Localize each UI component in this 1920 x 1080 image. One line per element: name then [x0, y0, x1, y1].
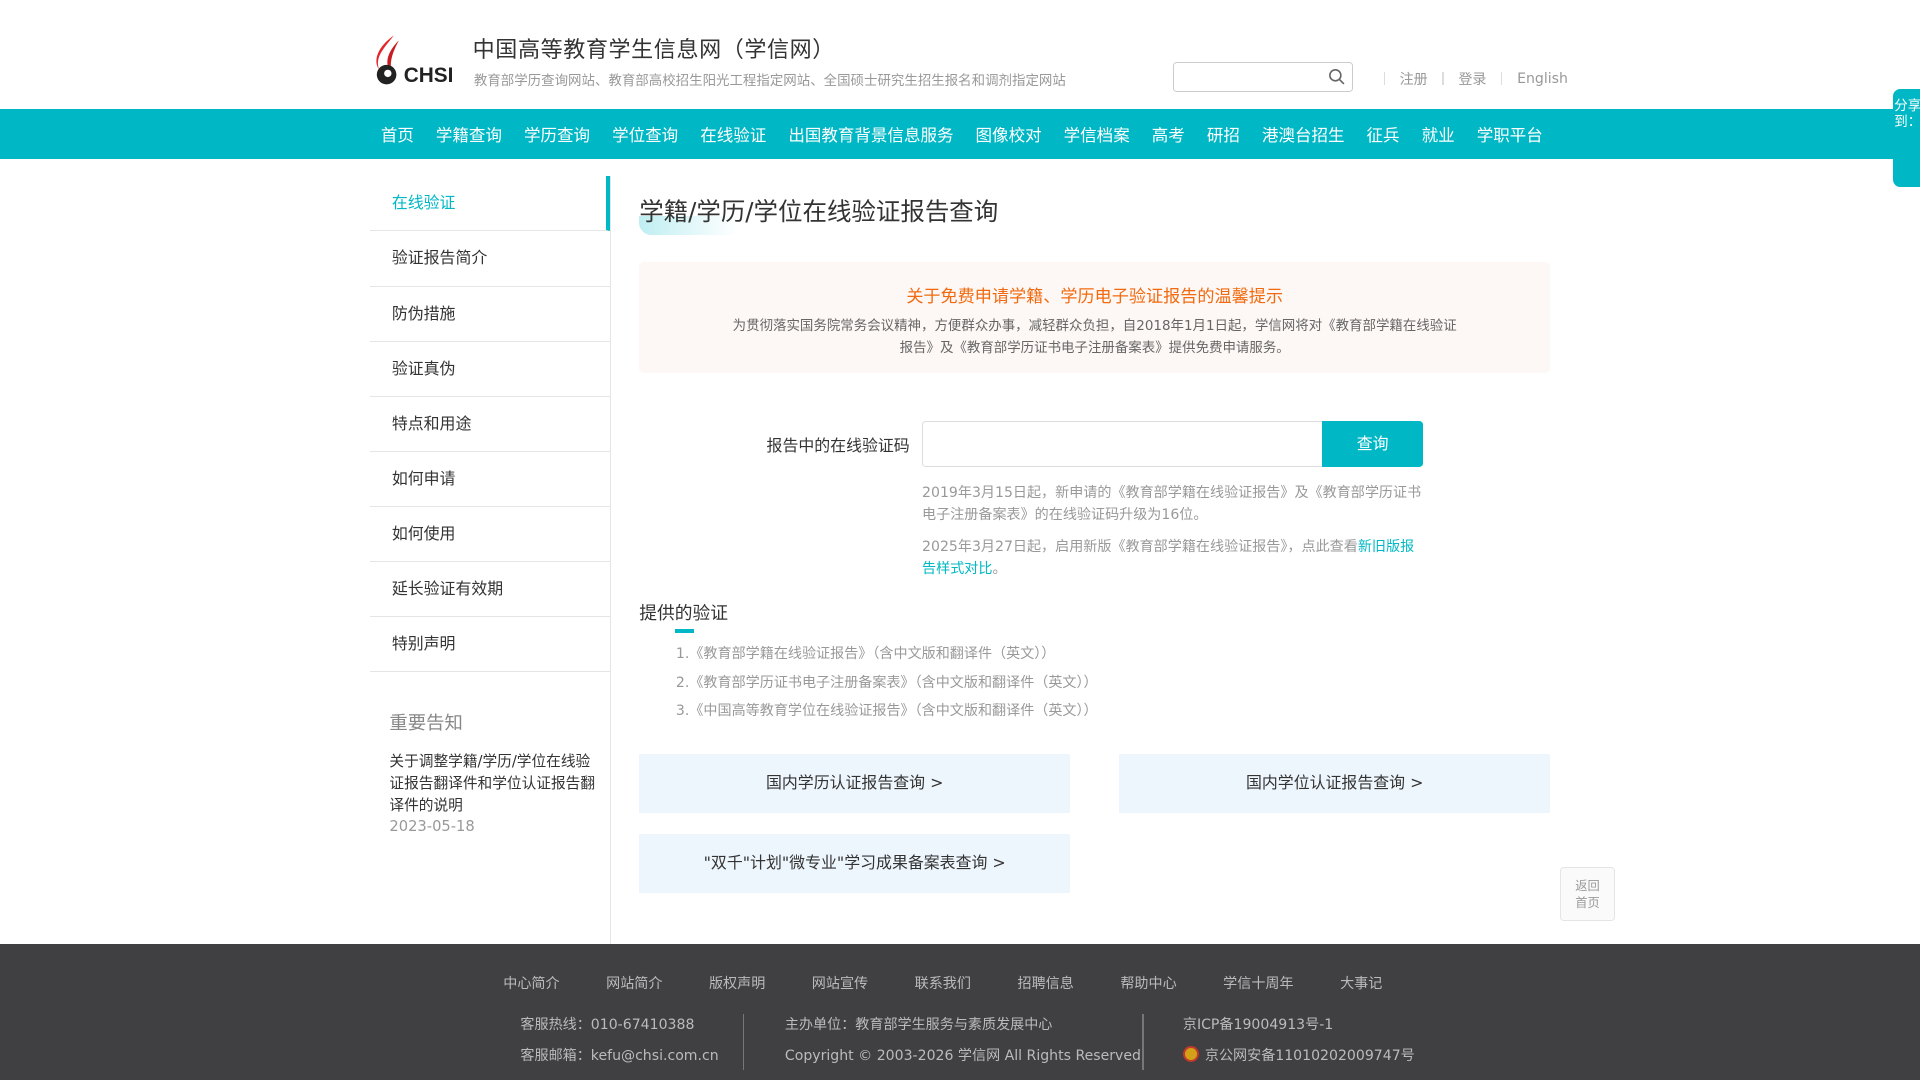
tip-heading: 关于免费申请学籍、学历电子验证报告的温馨提示 — [906, 286, 1284, 307]
heading-underline — [674, 629, 695, 634]
footer-link[interactable]: 网站简介 — [606, 973, 662, 993]
sidebar-item-apply[interactable]: 如何申请 — [369, 451, 611, 507]
sidebar-item-online-verify[interactable]: 在线验证 — [369, 176, 611, 232]
provided-list: 1.《教育部学籍在线验证报告》（含中文版和翻译件（英文）） 2.《教育部学历证书… — [676, 640, 1098, 724]
footer-link[interactable]: 帮助中心 — [1120, 973, 1176, 993]
nav-yanzhao[interactable]: 研招 — [1196, 122, 1251, 146]
icp-link[interactable]: 京ICP备19004913号-1 — [1183, 1010, 1415, 1041]
footer-link[interactable]: 学信十周年 — [1223, 973, 1293, 993]
list-item: 1.《教育部学籍在线验证报告》（含中文版和翻译件（英文）） — [675, 646, 1056, 663]
top-links: 注册 登录 English — [1369, 69, 1568, 89]
nav-zhengbing[interactable]: 征兵 — [1356, 122, 1411, 146]
micro-major-query-card[interactable]: "双千"计划"微专业"学习成果备案表查询 > — [639, 833, 1071, 893]
code-label: 报告中的在线验证码 — [766, 436, 910, 456]
xuewei-cert-query-card[interactable]: 国内学位认证报告查询 > — [1119, 754, 1551, 814]
sidebar-item-extend[interactable]: 延长验证有效期 — [369, 561, 611, 618]
search-icon[interactable] — [1328, 68, 1345, 85]
page-title: 学籍/学历/学位在线验证报告查询 — [639, 197, 999, 227]
nav-xuezhi[interactable]: 学职平台 — [1466, 122, 1554, 146]
nav-jobs[interactable]: 就业 — [1411, 122, 1466, 146]
notice-date: 2023-05-18 — [389, 817, 475, 835]
back-label: 返回 — [1575, 878, 1600, 893]
copyright: Copyright © 2003-2026 学信网 All Rights Res… — [784, 1047, 1141, 1064]
home-label: 首页 — [1575, 895, 1600, 910]
site-title: 中国高等教育学生信息网（学信网） — [472, 37, 835, 63]
verification-code-input[interactable] — [922, 421, 1324, 467]
hint-new-version: 2025年3月27日起，启用新版《教育部学籍在线验证报告》，点此查看新旧版报告样… — [922, 536, 1424, 580]
nav-home[interactable]: 首页 — [370, 122, 425, 146]
nav-image-check[interactable]: 图像校对 — [965, 122, 1053, 146]
nav-xueli[interactable]: 学历查询 — [513, 122, 601, 146]
footer-link[interactable]: 中心简介 — [503, 973, 559, 993]
nav-online-verify[interactable]: 在线验证 — [689, 122, 777, 146]
site-subtitle: 教育部学历查询网站、教育部高校招生阳光工程指定网站、全国硕士研究生招生报名和调剂… — [473, 73, 1066, 89]
notice-link[interactable]: 关于调整学籍/学历/学位在线验证报告翻译件和学位认证报告翻译件的说明 — [389, 751, 597, 817]
footer-link[interactable]: 联系我们 — [915, 973, 971, 993]
back-home-button[interactable]: 返回 首页 — [1560, 866, 1616, 921]
sidebar-item-intro[interactable]: 验证报告简介 — [369, 231, 611, 287]
footer-link[interactable]: 网站宣传 — [812, 973, 868, 993]
footer-link[interactable]: 大事记 — [1340, 973, 1382, 993]
notice-heading: 重要告知 — [389, 712, 463, 734]
sidebar-item-verify-true[interactable]: 验证真伪 — [369, 341, 611, 397]
main-nav: 首页 学籍查询 学历查询 学位查询 在线验证 出国教育背景信息服务 图像校对 学… — [0, 108, 1920, 160]
nav-abroad[interactable]: 出国教育背景信息服务 — [777, 122, 964, 146]
hint-end: 。 — [992, 561, 1007, 578]
provided-heading: 提供的验证 — [639, 603, 728, 624]
nav-xueji[interactable]: 学籍查询 — [425, 122, 513, 146]
query-button[interactable]: 查询 — [1322, 421, 1423, 467]
police-record[interactable]: 京公网安备11010202009747号 — [1182, 1041, 1415, 1072]
footer: 中心简介 网站简介 版权声明 网站宣传 联系我们 招聘信息 帮助中心 学信十周年… — [0, 944, 1920, 1080]
login-link[interactable]: 登录 — [1458, 69, 1486, 89]
sidebar-item-anti-fake[interactable]: 防伪措施 — [369, 286, 611, 342]
share-tab[interactable]: 分享到： — [1893, 89, 1920, 188]
footer-link[interactable]: 版权声明 — [709, 973, 765, 993]
police-text: 京公网安备11010202009747号 — [1204, 1047, 1415, 1064]
sidebar-item-features[interactable]: 特点和用途 — [369, 396, 611, 452]
sidebar-item-statement[interactable]: 特别声明 — [369, 617, 611, 673]
chsi-logo[interactable]: CHSI — [367, 33, 460, 87]
list-item: 3.《中国高等教育学位在线验证报告》（含中文版和翻译件（英文）） — [675, 702, 1098, 719]
nav-xuewei[interactable]: 学位查询 — [601, 122, 689, 146]
tip-box: 关于免费申请学籍、学历电子验证报告的温馨提示 为贯彻落实国务院常务会议精神，方便… — [639, 262, 1551, 374]
police-badge-icon — [1182, 1046, 1199, 1063]
svg-text:CHSI: CHSI — [404, 64, 454, 87]
email: 客服邮箱：kefu@chsi.com.cn — [520, 1047, 719, 1064]
host: 主办单位：教育部学生服务与素质发展中心 — [784, 1017, 1053, 1034]
list-item: 2.《教育部学历证书电子注册备案表》（含中文版和翻译件（英文）） — [675, 674, 1098, 691]
nav-gaokao[interactable]: 高考 — [1141, 122, 1196, 146]
nav-gat[interactable]: 港澳台招生 — [1251, 122, 1356, 146]
hotline: 客服热线：010-67410388 — [520, 1017, 695, 1034]
tip-body: 为贯彻落实国务院常务会议精神，方便群众办事，减轻群众负担，自2018年1月1日起… — [732, 319, 1457, 357]
sidebar-item-usage[interactable]: 如何使用 — [369, 506, 611, 562]
nav-archive[interactable]: 学信档案 — [1053, 122, 1141, 146]
degree-cert-query-card[interactable]: 国内学历认证报告查询 > — [639, 754, 1071, 814]
search-input[interactable] — [1173, 62, 1354, 92]
hint-16-digit: 2019年3月15日起，新申请的《教育部学籍在线验证报告》及《教育部学历证书电子… — [922, 485, 1422, 524]
hint-text: 2025年3月27日起，启用新版《教育部学籍在线验证报告》，点此查看 — [922, 539, 1358, 556]
header: CHSI 中国高等教育学生信息网（学信网） 教育部学历查询网站、教育部高校招生阳… — [0, 0, 1920, 109]
english-link[interactable]: English — [1517, 71, 1568, 87]
footer-link[interactable]: 招聘信息 — [1017, 973, 1073, 993]
register-link[interactable]: 注册 — [1400, 69, 1428, 89]
